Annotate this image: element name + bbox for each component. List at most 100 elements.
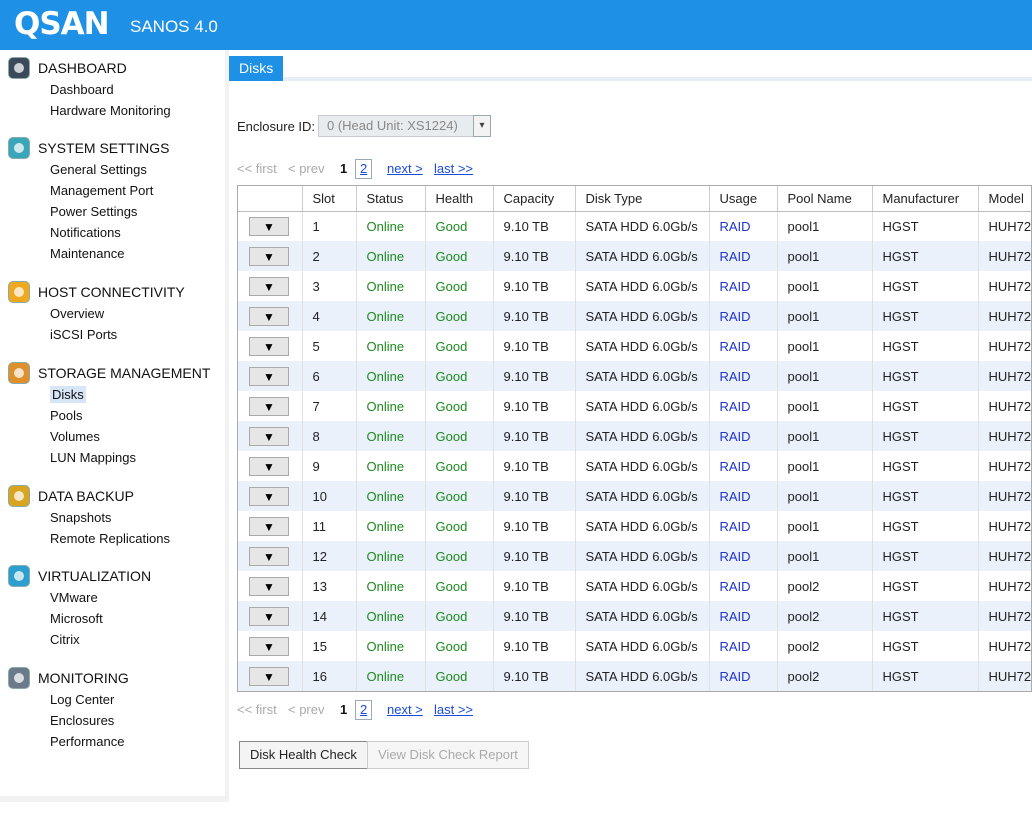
table-row[interactable]: ▼ 8 Online Good 9.10 TB SATA HDD 6.0Gb/s RAID p… [238, 421, 1031, 451]
column-header[interactable]: Slot [302, 186, 357, 212]
cell-value[interactable]: RAID [720, 429, 751, 444]
sidebar-item-citrix[interactable]: Citrix [50, 629, 225, 650]
tab-disks[interactable]: Disks [229, 56, 284, 81]
cell-value: HUH72 [988, 338, 1032, 354]
sidebar-item-disks[interactable]: Disks [50, 384, 225, 405]
row-menu-button[interactable]: ▼ [249, 486, 289, 506]
row-menu-button[interactable]: ▼ [249, 396, 289, 416]
cell-value[interactable]: RAID [720, 399, 751, 414]
sidebar-item-power-settings[interactable]: Power Settings [50, 201, 225, 222]
table-row[interactable]: ▼ 11 Online Good 9.10 TB SATA HDD 6.0Gb/s RAID… [238, 511, 1031, 541]
table-row[interactable]: ▼ 9 Online Good 9.10 TB SATA HDD 6.0Gb/s RAID p… [238, 451, 1031, 481]
row-menu-button[interactable]: ▼ [249, 606, 289, 626]
cell-value[interactable]: RAID [720, 639, 751, 654]
sidebar-item-management-port[interactable]: Management Port [50, 180, 225, 201]
nav-group-title[interactable]: STORAGE MANAGEMENT [0, 362, 225, 384]
cell-value[interactable]: RAID [720, 339, 751, 354]
sidebar-item-notifications[interactable]: Notifications [50, 222, 225, 243]
table-row[interactable]: ▼ 13 Online Good 9.10 TB SATA HDD 6.0Gb/s RAID… [238, 571, 1031, 601]
table-row[interactable]: ▼ 14 Online Good 9.10 TB SATA HDD 6.0Gb/s RAID… [238, 601, 1031, 631]
sidebar-item-volumes[interactable]: Volumes [50, 426, 225, 447]
cell-value[interactable]: RAID [720, 609, 751, 624]
row-menu-button[interactable]: ▼ [249, 666, 289, 686]
table-row[interactable]: ▼ 16 Online Good 9.10 TB SATA HDD 6.0Gb/s RAID… [238, 661, 1031, 691]
disk-health-check-button[interactable]: Disk Health Check [239, 741, 368, 769]
table-row[interactable]: ▼ 5 Online Good 9.10 TB SATA HDD 6.0Gb/s RAID p… [238, 331, 1032, 361]
table-row[interactable]: ▼ 15 Online Good 9.10 TB SATA HDD 6.0Gb/s RAID… [238, 631, 1031, 661]
table-row[interactable]: ▼ 3 Online Good 9.10 TB SATA HDD 6.0Gb/s RAID p… [238, 271, 1031, 301]
row-menu-button[interactable]: ▼ [249, 246, 289, 266]
row-menu-button[interactable]: ▼ [249, 336, 289, 356]
table-row[interactable]: ▼ 4 Online Good 9.10 TB SATA HDD 6.0Gb/s RAID p… [238, 301, 1031, 331]
nav-group-title[interactable]: VIRTUALIZATION [0, 565, 225, 587]
nav-group-title[interactable]: MONITORING [0, 667, 225, 689]
table-row[interactable]: ▼ 10 Online Good 9.10 TB SATA HDD 6.0Gb/s RAID… [238, 481, 1031, 511]
table-row[interactable]: ▼ 7 Online Good 9.10 TB SATA HDD 6.0Gb/s RAID p… [238, 391, 1031, 421]
sidebar-item-hardware-monitoring[interactable]: Hardware Monitoring [50, 100, 225, 121]
sidebar-item-microsoft[interactable]: Microsoft [50, 608, 225, 629]
pager-page-2[interactable]: 2 [355, 700, 373, 720]
cell-value[interactable]: RAID [720, 249, 751, 264]
cell-value[interactable]: RAID [720, 459, 751, 474]
sidebar-item-general-settings[interactable]: General Settings [50, 159, 225, 180]
sidebar-item-pools[interactable]: Pools [50, 405, 225, 426]
table-row[interactable]: ▼ 6 Online Good 9.10 TB SATA HDD 6.0Gb/s RAID p… [238, 361, 1031, 391]
pager-page-2[interactable]: 2 [355, 159, 373, 179]
nav-group-title[interactable]: DASHBOARD [0, 57, 225, 79]
cell-value[interactable]: RAID [720, 219, 751, 234]
cell-value[interactable]: RAID [720, 369, 751, 384]
sidebar-item-overview[interactable]: Overview [50, 303, 225, 324]
row-menu-button[interactable]: ▼ [249, 426, 289, 446]
sidebar-item-iscsi-ports[interactable]: iSCSI Ports [50, 324, 225, 345]
table-row[interactable]: ▼ 12 Online Good 9.10 TB SATA HDD 6.0Gb/s RAID… [238, 541, 1031, 571]
enclosure-select[interactable]: 0 (Head Unit: XS1224) [318, 115, 474, 137]
cell-value[interactable]: RAID [720, 669, 751, 684]
column-header[interactable]: Model [978, 186, 1031, 212]
cell-value[interactable]: RAID [720, 489, 751, 504]
pager-last[interactable]: last >> [434, 702, 473, 717]
cell-value[interactable]: RAID [720, 309, 751, 324]
column-header[interactable] [238, 186, 303, 212]
sidebar-item-dashboard[interactable]: Dashboard [50, 79, 225, 100]
row-menu-button[interactable]: ▼ [249, 576, 289, 596]
nav-group-title[interactable]: HOST CONNECTIVITY [0, 281, 225, 303]
row-menu-button[interactable]: ▼ [249, 276, 289, 296]
pager-last[interactable]: last >> [434, 161, 473, 176]
table-cell: 1 [302, 211, 357, 241]
column-header[interactable]: Status [356, 186, 426, 212]
column-header[interactable]: Health [425, 186, 494, 212]
column-header[interactable]: Manufacturer [872, 186, 979, 212]
sidebar-item-performance[interactable]: Performance [50, 731, 225, 752]
sidebar-item-log-center[interactable]: Log Center [50, 689, 225, 710]
sidebar-item-maintenance[interactable]: Maintenance [50, 243, 225, 264]
chevron-down-icon[interactable]: ▾ [473, 115, 491, 137]
row-menu-button[interactable]: ▼ [249, 636, 289, 656]
row-menu-button[interactable]: ▼ [249, 366, 289, 386]
column-header[interactable]: Capacity [493, 186, 576, 212]
column-header[interactable]: Pool Name [777, 186, 873, 212]
table-cell: 9.10 TB [493, 451, 576, 481]
row-menu-button[interactable]: ▼ [249, 546, 289, 566]
column-header[interactable]: Disk Type [575, 186, 710, 212]
row-menu-button[interactable]: ▼ [249, 516, 289, 536]
cell-value[interactable]: RAID [720, 579, 751, 594]
sidebar-item-lun-mappings[interactable]: LUN Mappings [50, 447, 225, 468]
column-header[interactable]: Usage [709, 186, 778, 212]
row-menu-button[interactable]: ▼ [249, 306, 289, 326]
table-row[interactable]: ▼ 2 Online Good 9.10 TB SATA HDD 6.0Gb/s RAID p… [238, 241, 1031, 271]
sidebar-item-remote-replications[interactable]: Remote Replications [50, 528, 225, 549]
nav-group-title[interactable]: DATA BACKUP [0, 485, 225, 507]
row-menu-button[interactable]: ▼ [249, 456, 289, 476]
nav-group-title[interactable]: SYSTEM SETTINGS [0, 137, 225, 159]
pager-next[interactable]: next > [387, 161, 423, 176]
view-disk-check-report-button[interactable]: View Disk Check Report [367, 741, 529, 769]
sidebar-item-vmware[interactable]: VMware [50, 587, 225, 608]
sidebar-item-snapshots[interactable]: Snapshots [50, 507, 225, 528]
table-row[interactable]: ▼ 1 Online Good 9.10 TB SATA HDD 6.0Gb/s RAID p… [238, 211, 1031, 241]
sidebar-item-enclosures[interactable]: Enclosures [50, 710, 225, 731]
row-menu-button[interactable]: ▼ [249, 216, 289, 236]
cell-value[interactable]: RAID [720, 549, 751, 564]
pager-next[interactable]: next > [387, 702, 423, 717]
cell-value[interactable]: RAID [720, 279, 751, 294]
cell-value[interactable]: RAID [720, 519, 751, 534]
